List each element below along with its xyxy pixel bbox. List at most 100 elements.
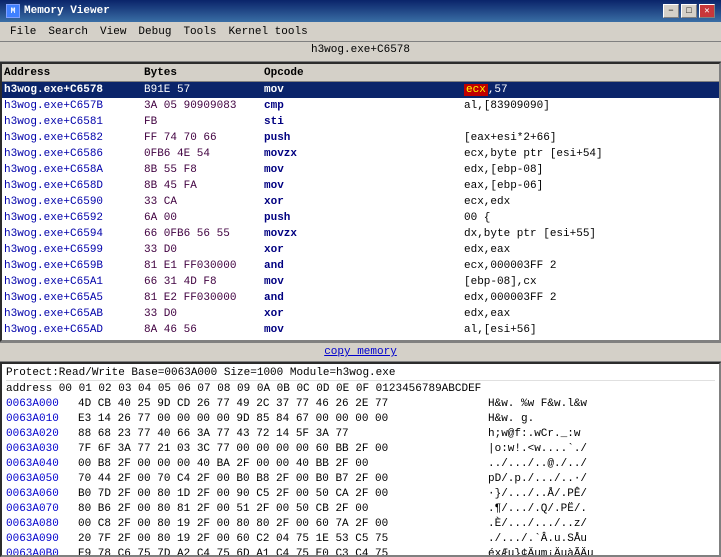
hex-row[interactable]: 0063A07080 B6 2F 00 80 81 2F 00 51 2F 00… [6, 501, 715, 516]
hex-row[interactable]: 0063A09020 7F 2F 00 80 19 2F 00 60 C2 04… [6, 531, 715, 546]
app-icon: M [6, 4, 20, 18]
disasm-addr: h3wog.exe+C6592 [4, 212, 144, 224]
disasm-addr: h3wog.exe+C6578 [4, 84, 144, 96]
disasm-args: ecx,byte ptr [esi+54] [464, 148, 717, 160]
hex-row-bytes: B0 7D 2F 00 80 1D 2F 00 90 C5 2F 00 50 C… [78, 488, 488, 500]
copy-memory-link[interactable]: copy memory [324, 346, 397, 358]
disasm-bytes: FF 74 70 66 [144, 132, 264, 144]
disasm-addr: h3wog.exe+C65A1 [4, 276, 144, 288]
hex-row-bytes: 00 B8 2F 00 00 00 40 BA 2F 00 00 40 BB 2… [78, 458, 488, 470]
disasm-bytes: 66 0FB6 56 55 [144, 228, 264, 240]
hex-row-addr: 0063A060 [6, 488, 78, 500]
hex-row-ascii: éxÆu}¢Äum¡ÄuàÃÄu [488, 548, 594, 557]
disasm-bytes: 81 E1 FF030000 [144, 260, 264, 272]
hex-row-addr: 0063A030 [6, 443, 78, 455]
hex-row[interactable]: 0063A0B0E9 78 C6 75 7D A2 C4 75 6D A1 C4… [6, 546, 715, 557]
disasm-header: Address Bytes Opcode [2, 64, 719, 82]
disasm-bytes: 33 D0 [144, 308, 264, 320]
title-bar-text: Memory Viewer [24, 5, 110, 17]
disasm-args: 00 { [464, 212, 717, 224]
hex-row-addr: 0063A040 [6, 458, 78, 470]
hex-row[interactable]: 0063A0307F 6F 3A 77 21 03 3C 77 00 00 00… [6, 441, 715, 456]
hex-row[interactable]: 0063A04000 B8 2F 00 00 00 40 BA 2F 00 00… [6, 456, 715, 471]
hex-status: Protect:Read/Write Base=0063A000 Size=10… [6, 366, 715, 381]
disasm-bytes: 8A 46 56 [144, 324, 264, 336]
disasm-row[interactable]: h3wog.exe+C6582FF 74 70 66push[eax+esi*2… [2, 130, 719, 146]
hex-row-ascii: .¶/.../.Q/.PË/. [488, 503, 587, 515]
hex-row-bytes: 88 68 23 77 40 66 3A 77 43 72 14 5F 3A 7… [78, 428, 488, 440]
disasm-args: [eax+esi*2+66] [464, 132, 717, 144]
disasm-row[interactable]: h3wog.exe+C658D8B 45 FAmoveax,[ebp-06] [2, 178, 719, 194]
disasm-bytes: 33 D0 [144, 244, 264, 256]
menu-tools[interactable]: Tools [177, 25, 222, 39]
disasm-opcode: mov [264, 164, 464, 176]
disasm-row[interactable]: h3wog.exe+C65860FB6 4E 54movzxecx,byte p… [2, 146, 719, 162]
disasm-addr: h3wog.exe+C658D [4, 180, 144, 192]
disasm-opcode: push [264, 132, 464, 144]
hex-row[interactable]: 0063A05070 44 2F 00 70 C4 2F 00 B0 B8 2F… [6, 471, 715, 486]
hex-row-ascii: H&w. %w F&w.l&w [488, 398, 587, 410]
disasm-bytes: 33 CA [144, 196, 264, 208]
disasm-addr: h3wog.exe+C659B [4, 260, 144, 272]
hex-row-ascii: h;w@f:.wCr._:w [488, 428, 580, 440]
hex-row-addr: 0063A080 [6, 518, 78, 530]
disasm-addr: h3wog.exe+C6599 [4, 244, 144, 256]
hex-rows-container: 0063A0004D CB 40 25 9D CD 26 77 49 2C 37… [6, 396, 715, 557]
disasm-row[interactable]: h3wog.exe+C65AD8A 46 56moval,[esi+56] [2, 322, 719, 338]
disasm-row[interactable]: h3wog.exe+C659933 D0xoredx,eax [2, 242, 719, 258]
disasm-row[interactable]: h3wog.exe+C65AB33 D0xoredx,eax [2, 306, 719, 322]
disasm-opcode: mov [264, 276, 464, 288]
current-address: h3wog.exe+C6578 [311, 44, 410, 56]
disasm-opcode: xor [264, 196, 464, 208]
maximize-button[interactable]: □ [681, 4, 697, 18]
hex-row-bytes: 4D CB 40 25 9D CD 26 77 49 2C 37 77 46 2… [78, 398, 488, 410]
disasm-args: edx,eax [464, 308, 717, 320]
disasm-addr: h3wog.exe+C658A [4, 164, 144, 176]
disasm-addr: h3wog.exe+C65AB [4, 308, 144, 320]
disasm-row[interactable]: h3wog.exe+C6581FBsti [2, 114, 719, 130]
disasm-row[interactable]: h3wog.exe+C658A8B 55 F8movedx,[ebp-08] [2, 162, 719, 178]
disasm-opcode: mov [264, 84, 464, 96]
menu-kernel-tools[interactable]: Kernel tools [222, 25, 313, 39]
hex-row-addr: 0063A020 [6, 428, 78, 440]
hex-row[interactable]: 0063A010E3 14 26 77 00 00 00 00 9D 85 84… [6, 411, 715, 426]
disasm-args: ecx,000003FF 2 [464, 260, 717, 272]
disasm-row[interactable]: h3wog.exe+C65A166 31 4D F8mov[ebp-08],cx [2, 274, 719, 290]
disasm-args: edx,[ebp-08] [464, 164, 717, 176]
disasm-row[interactable]: h3wog.exe+C65A581 E2 FF030000andedx,0000… [2, 290, 719, 306]
hex-row-addr: 0063A0B0 [6, 548, 78, 557]
disasm-args: ecx,57 [464, 84, 717, 96]
disasm-opcode: mov [264, 324, 464, 336]
disasm-args: edx,eax [464, 244, 717, 256]
title-bar: M Memory Viewer − □ ✕ [0, 0, 721, 22]
disasm-opcode: sti [264, 116, 464, 128]
hex-row-addr: 0063A010 [6, 413, 78, 425]
hex-row[interactable]: 0063A02088 68 23 77 40 66 3A 77 43 72 14… [6, 426, 715, 441]
disasm-bytes: 8B 55 F8 [144, 164, 264, 176]
disasm-addr: h3wog.exe+C6594 [4, 228, 144, 240]
hex-row[interactable]: 0063A08000 C8 2F 00 80 19 2F 00 80 80 2F… [6, 516, 715, 531]
hex-row-ascii: .È/.../.../..z/ [488, 518, 587, 530]
hex-row[interactable]: 0063A0004D CB 40 25 9D CD 26 77 49 2C 37… [6, 396, 715, 411]
disasm-row[interactable]: h3wog.exe+C659B81 E1 FF030000andecx,0000… [2, 258, 719, 274]
disasm-row[interactable]: h3wog.exe+C657B3A 05 90909083cmpal,[8390… [2, 98, 719, 114]
hex-row-bytes: 80 B6 2F 00 80 81 2F 00 51 2F 00 50 CB 2… [78, 503, 488, 515]
hex-row[interactable]: 0063A060B0 7D 2F 00 80 1D 2F 00 90 C5 2F… [6, 486, 715, 501]
hex-row-bytes: 70 44 2F 00 70 C4 2F 00 B0 B8 2F 00 B0 B… [78, 473, 488, 485]
close-button[interactable]: ✕ [699, 4, 715, 18]
disasm-row[interactable]: h3wog.exe+C65926A 00push00 { [2, 210, 719, 226]
menu-search[interactable]: Search [42, 25, 94, 39]
menu-file[interactable]: File [4, 25, 42, 39]
disasm-args: eax,[ebp-06] [464, 180, 717, 192]
disasm-row[interactable]: h3wog.exe+C659466 0FB6 56 55movzxdx,byte… [2, 226, 719, 242]
hex-row-ascii: |o:w!.<w....`./ [488, 443, 587, 455]
main-area: Address Bytes Opcode h3wog.exe+C6578B91E… [0, 62, 721, 557]
menu-view[interactable]: View [94, 25, 132, 39]
disasm-pane: Address Bytes Opcode h3wog.exe+C6578B91E… [0, 62, 721, 342]
disasm-opcode: xor [264, 308, 464, 320]
disasm-row[interactable]: h3wog.exe+C659033 CAxorecx,edx [2, 194, 719, 210]
menu-debug[interactable]: Debug [132, 25, 177, 39]
minimize-button[interactable]: − [663, 4, 679, 18]
disasm-args: al,[83909090] [464, 100, 717, 112]
disasm-row[interactable]: h3wog.exe+C6578B91E 57movecx,57 [2, 82, 719, 98]
